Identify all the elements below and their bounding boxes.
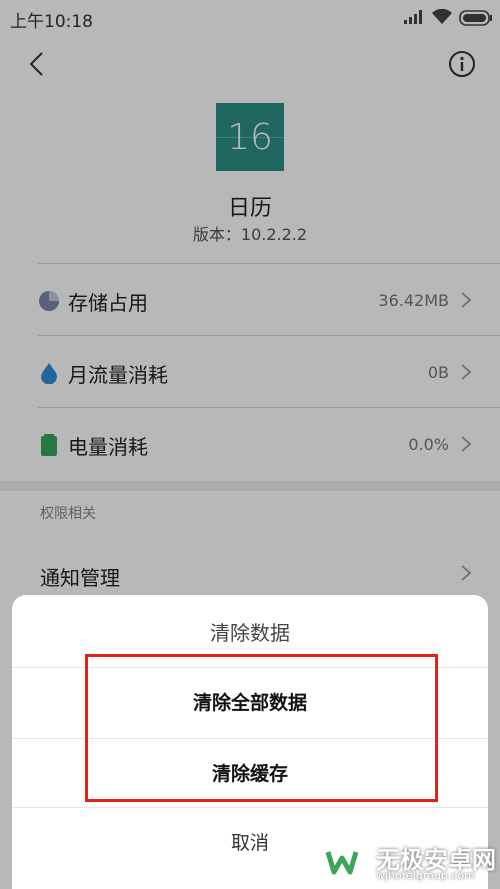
watermark: 无极安卓网 wjhotelgroup.com — [310, 838, 496, 886]
watermark-url: wjhotelgroup.com — [376, 869, 475, 882]
dialog-title: 清除数据 — [210, 621, 290, 645]
watermark-logo-icon — [319, 840, 364, 883]
highlight-box — [85, 654, 438, 802]
